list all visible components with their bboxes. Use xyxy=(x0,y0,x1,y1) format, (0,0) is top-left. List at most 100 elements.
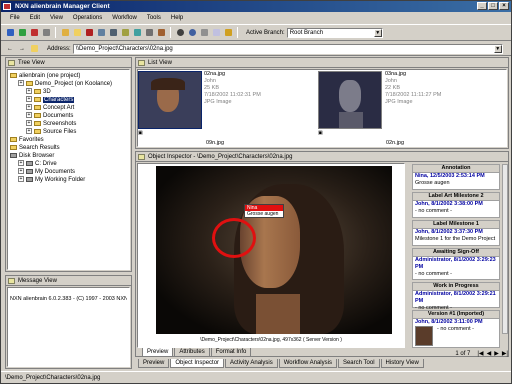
expand-icon[interactable]: + xyxy=(18,80,24,87)
expand-icon[interactable]: + xyxy=(26,96,32,103)
tab-preview[interactable]: Preview xyxy=(142,348,174,357)
check-out-icon[interactable] xyxy=(29,28,39,38)
back-icon[interactable]: ← xyxy=(5,44,15,54)
tree-item[interactable]: + Demo_Project (on Koolance) xyxy=(10,80,127,88)
link-icon[interactable] xyxy=(144,28,154,38)
prev-page-icon[interactable]: ◀ xyxy=(487,350,492,357)
maximize-button[interactable]: □ xyxy=(488,2,498,10)
tab-history-view[interactable]: History View xyxy=(380,359,424,368)
tab-object-inspector[interactable]: Object Inspector xyxy=(170,359,225,368)
view-icon[interactable] xyxy=(175,28,185,38)
annotation-card[interactable]: Work in Progress Administrator, 8/1/2002 … xyxy=(412,282,500,311)
expand-icon[interactable]: + xyxy=(26,104,32,111)
tree-item[interactable]: + Screenshots xyxy=(10,120,127,128)
version-thumbnail[interactable] xyxy=(415,326,433,346)
history-icon[interactable] xyxy=(108,28,118,38)
refresh-icon[interactable] xyxy=(132,28,142,38)
annotation-card[interactable]: Annotation Nina, 12/5/2003 2:53:14 PM Gros… xyxy=(412,164,500,190)
tree-item[interactable]: + Documents xyxy=(10,112,127,120)
tree-item[interactable]: + My Working Folder xyxy=(10,176,127,184)
new-folder-icon[interactable] xyxy=(72,28,82,38)
menu-workflow[interactable]: Workflow xyxy=(107,13,142,23)
tree-item[interactable]: + Characters xyxy=(10,96,127,104)
menu-operations[interactable]: Operations xyxy=(68,13,107,23)
annotation-scrollbar[interactable] xyxy=(502,164,508,334)
annotation-card[interactable]: Version #1 (Imported) John, 8/1/2002 3:11… xyxy=(412,310,500,348)
message-view-panel: Message View NXN alienbrain 6.0.2.383 - … xyxy=(5,275,132,369)
annotation-circle[interactable] xyxy=(212,218,256,258)
expand-icon[interactable]: + xyxy=(26,112,32,119)
folder-icon xyxy=(34,96,41,102)
minimize-button[interactable]: _ xyxy=(477,2,487,10)
chevron-down-icon[interactable]: ▼ xyxy=(493,44,502,53)
expand-icon[interactable]: + xyxy=(26,120,32,127)
get-latest-icon[interactable] xyxy=(5,28,15,38)
tree-item-label: Screenshots xyxy=(43,121,77,127)
expand-icon[interactable]: + xyxy=(26,128,32,135)
tree-item[interactable]: Favorites xyxy=(10,136,127,144)
lock-icon[interactable] xyxy=(223,28,233,38)
list-item-name[interactable]: 03na.jpg xyxy=(385,71,441,78)
tree-view-icon xyxy=(8,60,15,66)
list-view: ▣ 02na.jpg John 25 KB 7/18/2002 11:02:31… xyxy=(137,69,507,147)
annotation-card[interactable]: Awaiting Sign-Off Administrator, 8/1/2002… xyxy=(412,248,500,280)
label-icon[interactable] xyxy=(120,28,130,38)
menu-file[interactable]: File xyxy=(5,13,25,23)
menu-help[interactable]: Help xyxy=(166,13,188,23)
settings-icon[interactable] xyxy=(199,28,209,38)
first-page-icon[interactable]: |◀ xyxy=(477,350,483,357)
app-icon xyxy=(3,3,11,10)
tree-item[interactable]: + My Documents xyxy=(10,168,127,176)
tree-item[interactable]: Search Results xyxy=(10,144,127,152)
forward-icon[interactable]: → xyxy=(17,44,27,54)
menu-tools[interactable]: Tools xyxy=(142,13,166,23)
delete-icon[interactable] xyxy=(84,28,94,38)
menu-edit[interactable]: Edit xyxy=(25,13,45,23)
annotation-text: Milestone 1 for the Demo Project xyxy=(415,236,496,242)
tab-activity-analysis[interactable]: Activity Analysis xyxy=(225,359,278,368)
tree-item[interactable]: alienbrain (one project) xyxy=(10,72,127,80)
expand-icon[interactable]: + xyxy=(18,176,24,183)
tree-item[interactable]: + Concept Art xyxy=(10,104,127,112)
tab-format-info[interactable]: Format Info xyxy=(210,348,252,357)
tab-workflow-analysis[interactable]: Workflow Analysis xyxy=(278,359,337,368)
pager-text: 1 of 7 xyxy=(455,350,471,357)
list-item-thumbnail[interactable] xyxy=(318,71,382,129)
expand-icon[interactable]: + xyxy=(18,168,24,175)
annotation-card[interactable]: Label Art Milestone 2 John, 8/1/2002 3:38… xyxy=(412,192,500,218)
expand-icon[interactable]: + xyxy=(18,160,24,167)
workflow-icon[interactable] xyxy=(156,28,166,38)
import-icon[interactable] xyxy=(60,28,70,38)
tree-item[interactable]: + Source Files xyxy=(10,128,127,136)
chevron-down-icon[interactable]: ▼ xyxy=(373,28,382,37)
mail-icon[interactable] xyxy=(211,28,221,38)
tab-preview-view[interactable]: Preview xyxy=(138,359,170,368)
annotation-text: - no comment - xyxy=(415,271,452,277)
search-icon[interactable] xyxy=(187,28,197,38)
tree-item[interactable]: Disk Browser xyxy=(10,152,127,160)
next-page-icon[interactable]: ▶ xyxy=(494,350,499,357)
list-item-name[interactable]: 02na.jpg xyxy=(204,71,261,78)
tab-attributes[interactable]: Attributes xyxy=(174,348,210,357)
tree-view-panel: Tree View alienbrain (one project) + Demo_… xyxy=(5,57,132,272)
undo-checkout-icon[interactable] xyxy=(41,28,51,38)
list-item-size: 22 KB xyxy=(385,85,400,91)
tree-item[interactable]: +3D xyxy=(10,88,127,96)
menu-view[interactable]: View xyxy=(45,13,68,23)
address-field[interactable]: \\Demo_Project\Characters\02na.jpg ▼ xyxy=(72,43,503,54)
up-folder-icon[interactable] xyxy=(29,44,39,54)
list-item-owner: John xyxy=(204,78,216,84)
list-item-date: 7/18/2002 11:11:27 PM xyxy=(385,92,442,98)
close-button[interactable]: × xyxy=(499,2,509,10)
tab-search-tool[interactable]: Search Tool xyxy=(337,359,380,368)
expand-icon[interactable]: + xyxy=(26,88,32,95)
tree-item[interactable]: + C: Drive xyxy=(10,160,127,168)
list-item-thumbnail[interactable] xyxy=(138,71,202,129)
check-in-icon[interactable] xyxy=(17,28,27,38)
annotation-author: John, 8/1/2002 3:37:30 PM xyxy=(415,229,483,235)
properties-icon[interactable] xyxy=(96,28,106,38)
last-page-icon[interactable]: ▶| xyxy=(502,350,508,357)
active-branch-select[interactable]: Root Branch ▼ xyxy=(286,27,383,38)
preview-image[interactable]: Nina Grosse augen xyxy=(156,166,392,334)
annotation-card[interactable]: Label Milestone 1 John, 8/1/2002 3:37:30 … xyxy=(412,220,500,246)
